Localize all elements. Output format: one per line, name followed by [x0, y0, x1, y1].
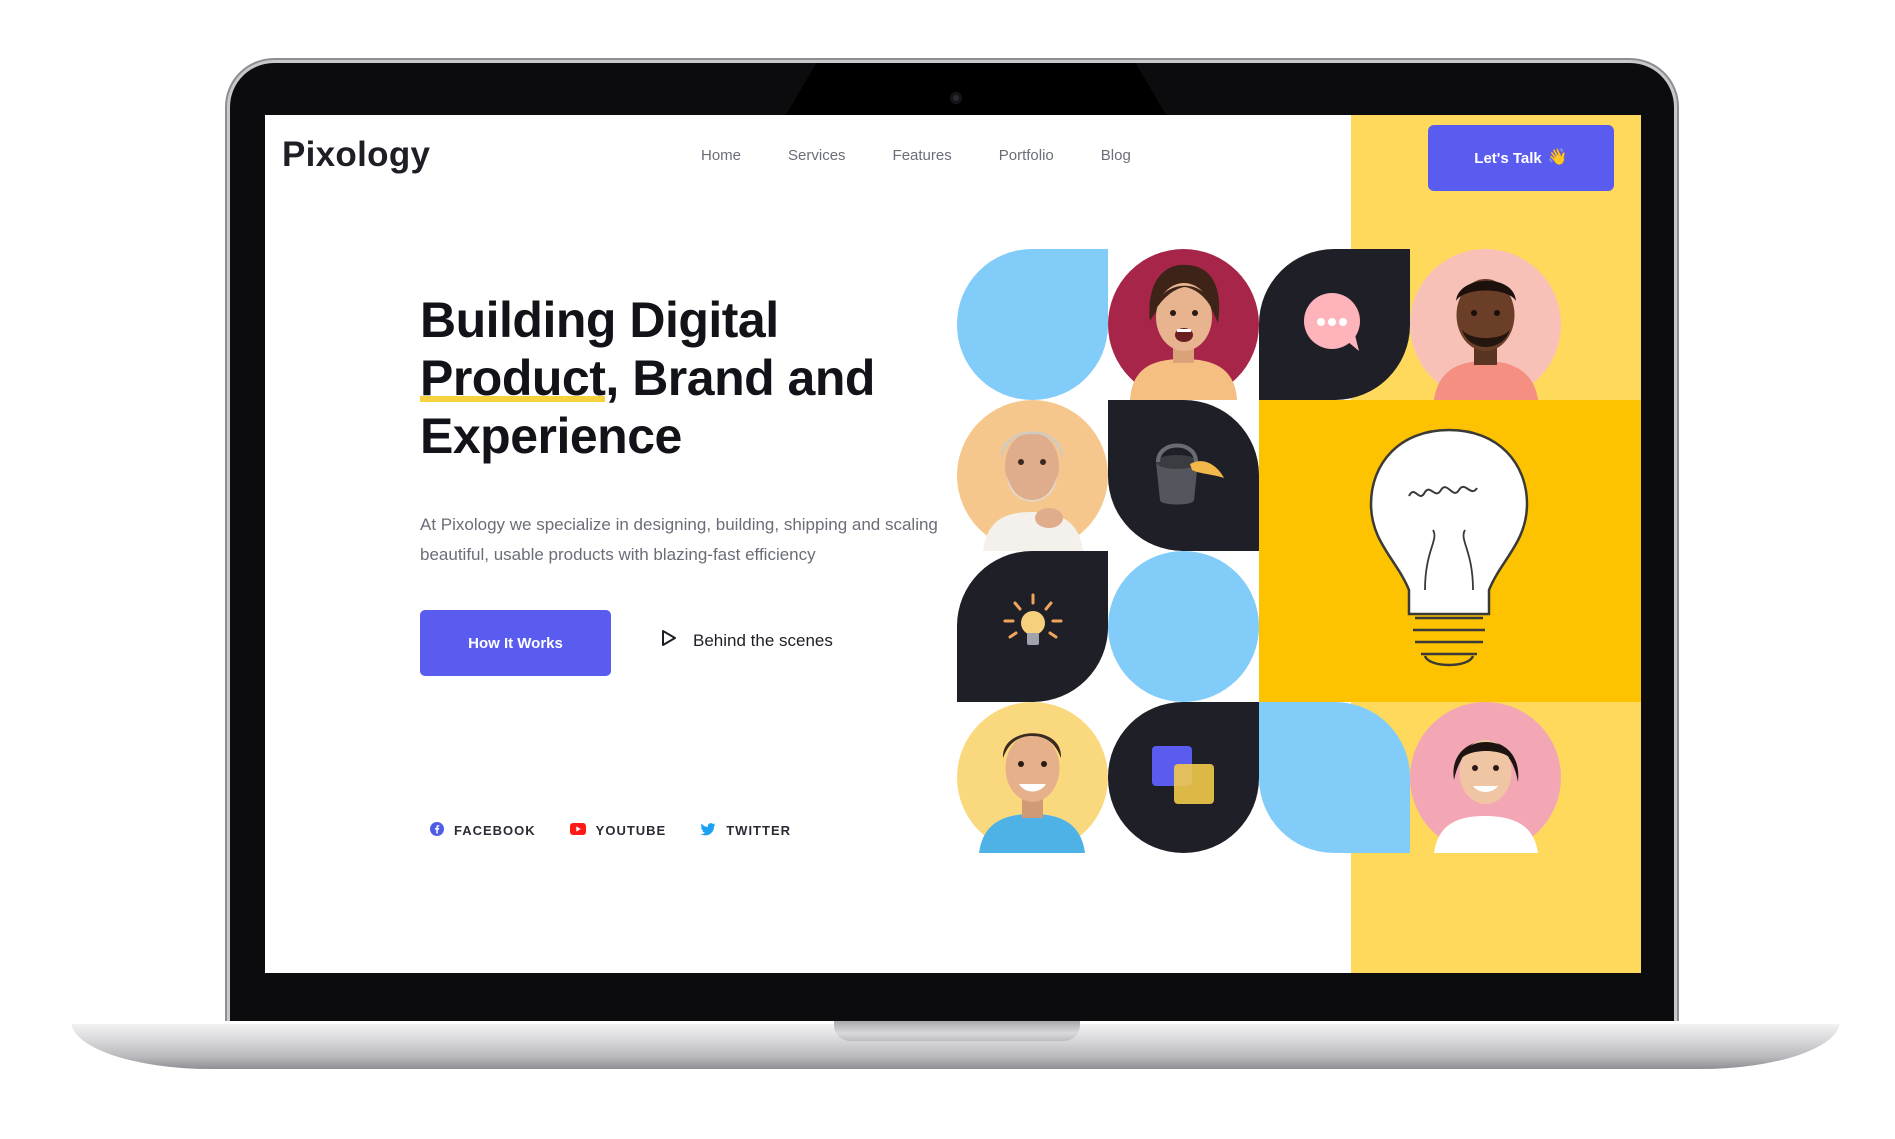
hero-title-line1: Building Digital — [420, 292, 779, 348]
nav-blog[interactable]: Blog — [1101, 147, 1131, 164]
paint-bucket-icon — [1156, 443, 1224, 505]
social-links: FACEBOOK YOUTUBE TWITTER — [430, 822, 825, 839]
behind-the-scenes-link[interactable]: Behind the scenes — [661, 629, 833, 652]
layers-icon — [1152, 746, 1214, 804]
chat-bubble-tile — [1259, 249, 1410, 400]
light-bulb-icon — [1003, 593, 1063, 645]
how-it-works-button[interactable]: How It Works — [420, 610, 611, 676]
main-nav: Home Services Features Portfolio Blog — [701, 147, 1178, 164]
nav-portfolio[interactable]: Portfolio — [999, 147, 1054, 164]
facebook-icon — [430, 822, 444, 839]
blue-leaf-tile-2 — [1259, 702, 1410, 853]
avatar-surprised-woman — [1108, 249, 1259, 400]
waving-hand-icon: 👋 — [1547, 149, 1568, 166]
nav-services[interactable]: Services — [788, 147, 846, 164]
hero-title-line3: Experience — [420, 408, 682, 464]
social-youtube[interactable]: YOUTUBE — [569, 822, 667, 839]
hero-title-underlined-word: Product — [420, 350, 606, 406]
avatar-older-man — [957, 400, 1108, 551]
site-logo[interactable]: Pixology — [282, 135, 430, 175]
social-twitter[interactable]: TWITTER — [700, 822, 791, 839]
idea-bulb-illustration — [1369, 428, 1529, 667]
paint-bucket-tile — [1108, 400, 1259, 551]
hero-title: Building Digital Product, Brand and Expe… — [420, 291, 940, 465]
layers-tile — [1108, 702, 1259, 853]
hero-description: At Pixology we specialize in designing, … — [420, 515, 938, 564]
hero-title-line2: , Brand and — [605, 350, 875, 406]
hero-mosaic — [957, 249, 1641, 854]
lets-talk-button[interactable]: Let's Talk 👋 — [1428, 125, 1614, 191]
facebook-label: FACEBOOK — [454, 823, 536, 838]
play-icon — [661, 629, 677, 652]
avatar-smiling-man — [1410, 249, 1561, 400]
laptop-opening-notch — [834, 1021, 1080, 1041]
nav-features[interactable]: Features — [893, 147, 952, 164]
camera-notch — [786, 63, 1166, 115]
avatar-smiling-woman — [1410, 702, 1561, 853]
twitter-icon — [700, 822, 716, 839]
blue-leaf-tile — [957, 249, 1108, 400]
blue-circle-tile — [1108, 551, 1259, 702]
social-facebook[interactable]: FACEBOOK — [430, 822, 536, 839]
chat-bubble-icon — [1304, 293, 1360, 351]
behind-the-scenes-label: Behind the scenes — [693, 630, 833, 650]
nav-home[interactable]: Home — [701, 147, 741, 164]
website-screen: Pixology Home Services Features Portfoli… — [265, 115, 1641, 973]
youtube-label: YOUTUBE — [595, 823, 667, 838]
twitter-label: TWITTER — [726, 823, 791, 838]
lets-talk-label: Let's Talk — [1474, 149, 1542, 167]
avatar-young-man — [957, 702, 1108, 853]
light-bulb-tile — [957, 551, 1108, 702]
youtube-icon — [569, 823, 586, 838]
camera-icon — [950, 92, 962, 104]
